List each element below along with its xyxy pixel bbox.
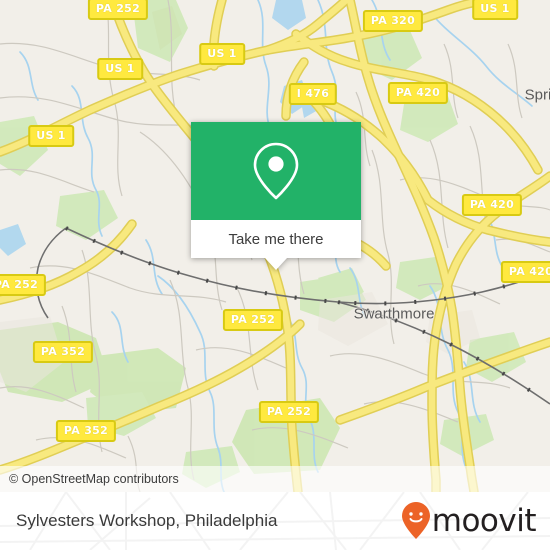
- road-shield: US 1: [199, 43, 245, 65]
- moovit-pin-icon: [401, 502, 430, 539]
- page-title: Sylvesters Workshop, Philadelphia: [16, 511, 278, 530]
- footer-bar: Sylvesters Workshop, Philadelphia moovit: [0, 492, 550, 550]
- map-canvas[interactable]: PA 252 PA 320 US 1 US 1 US 1 I 476 PA 420 US 1 P…: [0, 0, 550, 492]
- road-shield: PA 252: [258, 401, 320, 423]
- road-shield: US 1: [28, 125, 74, 147]
- take-me-there-label: Take me there: [228, 230, 324, 248]
- road-shield: PA 420: [461, 194, 523, 216]
- place-label: Swarthmore: [353, 305, 435, 323]
- road-shield: PA 252: [0, 274, 47, 296]
- road-shield: US 1: [97, 58, 143, 80]
- road-shield: PA 352: [55, 420, 117, 442]
- map-attribution: © OpenStreetMap contributors: [0, 466, 550, 492]
- location-popup[interactable]: Take me there: [191, 122, 361, 270]
- popup-tail: [265, 258, 287, 270]
- map-screenshot: PA 252 PA 320 US 1 US 1 US 1 I 476 PA 420 US 1 P…: [0, 0, 550, 550]
- road-shield: PA 252: [222, 309, 284, 331]
- road-shield: PA 252: [87, 0, 149, 20]
- road-shield: US 1: [472, 0, 518, 20]
- road-shield: PA 420: [500, 261, 550, 283]
- place-label: Spri: [524, 86, 550, 104]
- road-shield: PA 352: [32, 341, 94, 363]
- road-shield: PA 320: [362, 10, 424, 32]
- road-shield: I 476: [288, 83, 338, 105]
- road-shield: PA 420: [387, 82, 449, 104]
- moovit-wordmark: moovit: [431, 502, 537, 539]
- moovit-logo[interactable]: moovit: [401, 501, 537, 541]
- popup-header: [191, 122, 361, 220]
- attribution-text: © OpenStreetMap contributors: [9, 472, 179, 486]
- popup-action-bar[interactable]: Take me there: [191, 220, 361, 258]
- map-pin-icon: [253, 142, 299, 200]
